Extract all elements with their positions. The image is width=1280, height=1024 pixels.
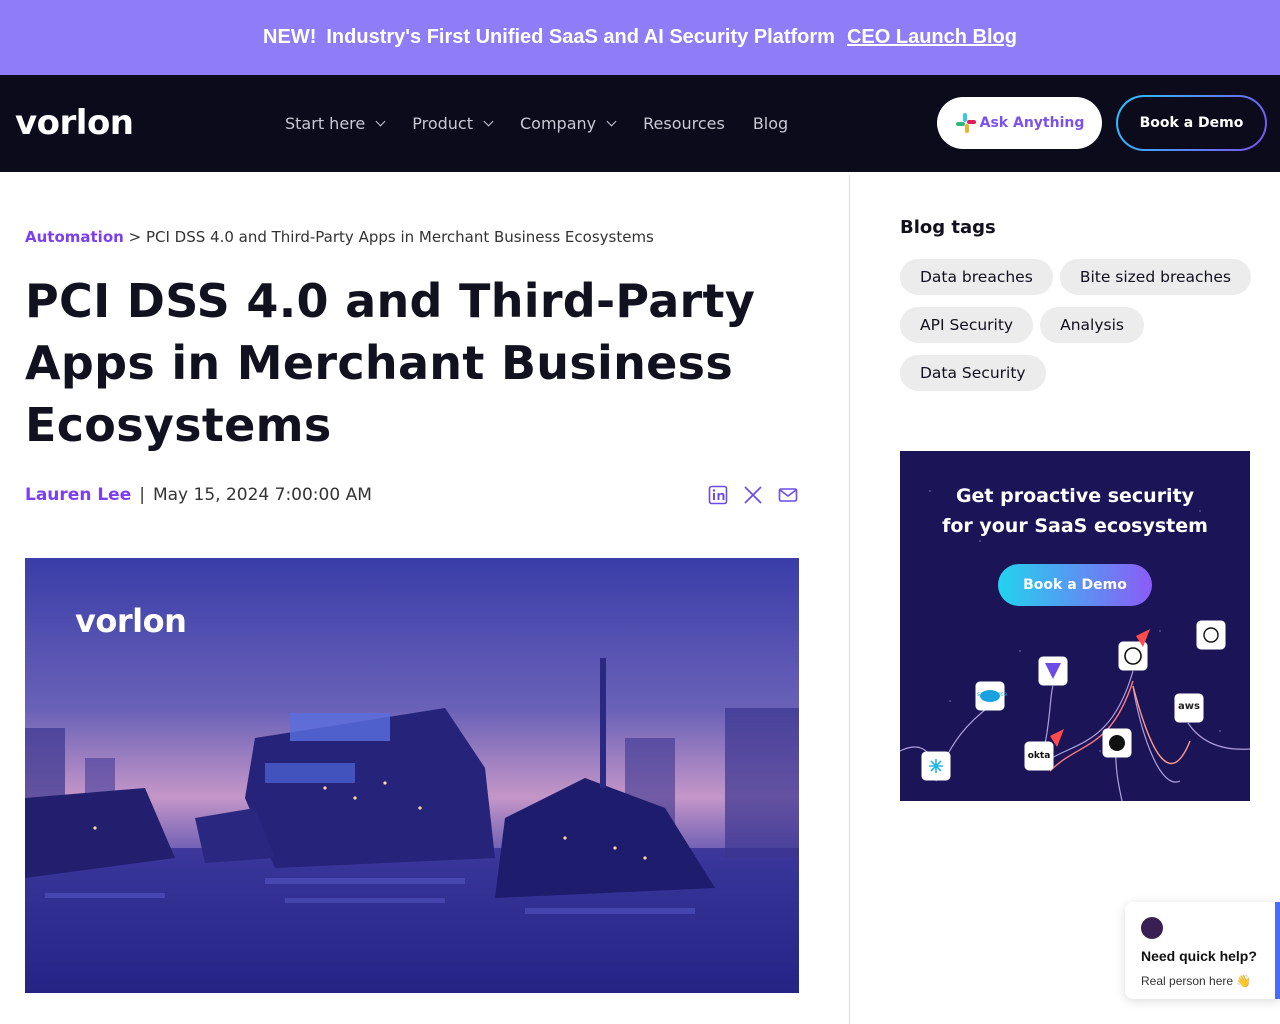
linkedin-icon[interactable] [708, 485, 728, 505]
nav-product[interactable]: Product [412, 114, 494, 133]
blog-tags-title: Blog tags [900, 217, 996, 238]
nav-company[interactable]: Company [519, 114, 617, 133]
announcement-banner: NEW! Industry's First Unified SaaS and A… [0, 0, 1280, 75]
share-icons [708, 485, 798, 505]
author-link[interactable]: Lauren Lee [25, 485, 131, 505]
tag-api-security[interactable]: API Security [900, 307, 1034, 343]
hero-vorlon-logo: vorlon [75, 602, 187, 640]
x-icon[interactable] [743, 485, 763, 505]
book-demo-label: Book a Demo [1118, 97, 1265, 149]
nav-label: Product [412, 114, 473, 133]
nav-label: Blog [752, 114, 789, 133]
email-icon[interactable] [778, 485, 798, 505]
nav-start-here[interactable]: Start here [285, 114, 386, 133]
banner-new-label: NEW! [263, 26, 317, 48]
slack-icon [1141, 917, 1163, 939]
nav-blog[interactable]: Blog [753, 114, 788, 133]
book-demo-button[interactable]: Book a Demo [1116, 95, 1267, 151]
chevron-down-icon [483, 116, 494, 127]
tag-data-breaches[interactable]: Data breaches [900, 259, 1053, 295]
promo-headline-line1: Get proactive security [955, 485, 1195, 507]
main-nav: Start here Product Company Resources Blo… [285, 75, 788, 172]
meta-separator: | [139, 485, 145, 505]
breadcrumb-current: PCI DSS 4.0 and Third-Party Apps in Merc… [145, 228, 654, 246]
article-meta: Lauren Lee | May 15, 2024 7:00:00 AM [25, 485, 372, 505]
nav-label: Start here [285, 114, 366, 133]
tag-bite-sized-breaches[interactable]: Bite sized breaches [1059, 259, 1251, 295]
tag-data-security[interactable]: Data Security [900, 355, 1046, 391]
content-divider [849, 175, 850, 1024]
ceo-launch-blog-link[interactable]: CEO Launch Blog [847, 26, 1017, 49]
breadcrumb-automation[interactable]: Automation [25, 228, 124, 246]
salesforce-label: salesforce [977, 691, 1008, 698]
help-title: Need quick help? [1141, 948, 1257, 964]
aws-label: aws [1178, 701, 1200, 712]
vorlon-logo[interactable]: vorlon [15, 103, 134, 143]
site-header: vorlon Start here Product Company Resour… [0, 75, 1280, 172]
article-title: PCI DSS 4.0 and Third-Party Apps in Merc… [25, 274, 756, 452]
hero-image: vorlon [25, 558, 799, 993]
nav-resources[interactable]: Resources [643, 114, 725, 133]
nav-label: Company [519, 114, 597, 133]
promo-headline: Get proactive security for your SaaS eco… [900, 481, 1250, 541]
blog-tags: Data breaches Bite sized breaches API Se… [900, 259, 1260, 391]
breadcrumb-separator: > [128, 228, 142, 246]
banner-headline: Industry's First Unified SaaS and AI Sec… [326, 26, 835, 48]
publish-date: May 15, 2024 7:00:00 AM [152, 485, 372, 505]
okta-label: okta [1027, 751, 1051, 761]
tag-analysis[interactable]: Analysis [1040, 307, 1144, 343]
slack-icon [955, 113, 976, 133]
ask-anything-button[interactable]: Ask Anything [937, 97, 1102, 149]
promo-banner[interactable]: Get proactive security for your SaaS eco… [900, 451, 1250, 801]
ask-anything-label: Ask Anything [979, 115, 1085, 131]
help-chat-widget[interactable]: Need quick help? Real person here 👋 [1125, 902, 1280, 999]
promo-headline-line2: for your SaaS ecosystem [942, 515, 1208, 537]
promo-book-demo-button[interactable]: Book a Demo [998, 564, 1152, 606]
help-accent-bar [1275, 902, 1280, 999]
chevron-down-icon [606, 116, 617, 127]
breadcrumb: Automation > PCI DSS 4.0 and Third-Party… [25, 228, 654, 246]
chevron-down-icon [375, 116, 386, 127]
nav-label: Resources [643, 114, 725, 133]
help-subtitle: Real person here 👋 [1141, 974, 1252, 988]
